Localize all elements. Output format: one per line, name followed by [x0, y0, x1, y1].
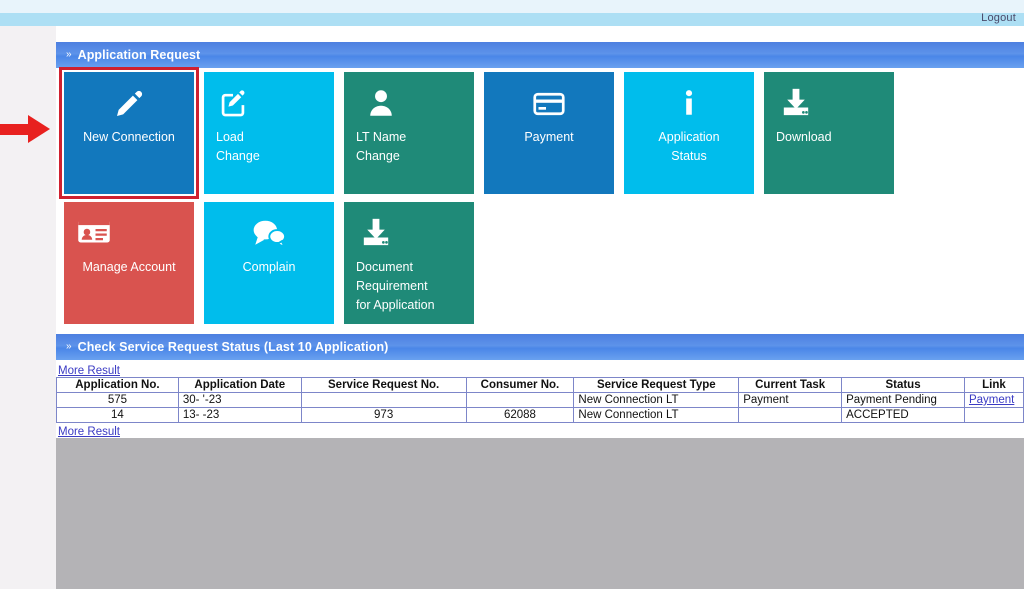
service-request-table: Application No. Application Date Service…: [56, 377, 1024, 423]
edit-square-icon: [204, 86, 334, 126]
download-icon: [344, 216, 474, 256]
table-row: 14 13- -23 973 62088 New Connection LT A…: [56, 407, 1024, 423]
cell-consumer-no: 62088: [465, 407, 575, 423]
arrow-head: [28, 115, 50, 143]
tile-label: Document Requirement for Application: [356, 260, 435, 312]
tile-label: Manage Account: [82, 260, 176, 274]
cell-service-request-type: New Connection LT: [573, 392, 740, 408]
chevron-right-icon: »: [66, 49, 71, 60]
cell-status: ACCEPTED: [841, 407, 965, 423]
cell-consumer-no: [465, 392, 575, 408]
table-row: 575 30- '-23 New Connection LT Payment P…: [56, 392, 1024, 408]
tile-manage-account[interactable]: Manage Account: [64, 202, 194, 324]
more-result-link-bottom[interactable]: More Result: [58, 426, 120, 438]
chat-bubble-icon: [204, 216, 334, 256]
cell-link: [963, 407, 1024, 423]
cell-service-request-no: [300, 392, 467, 408]
tile-row-2: Manage Account Complain Document Require…: [64, 202, 904, 324]
cell-application-no: 14: [56, 407, 179, 423]
more-result-link-top[interactable]: More Result: [58, 365, 120, 377]
chevron-right-icon: »: [66, 341, 71, 352]
col-service-request-no: Service Request No.: [300, 377, 467, 393]
tile-label: New Connection: [83, 130, 175, 144]
col-application-no: Application No.: [56, 377, 179, 393]
col-current-task: Current Task: [738, 377, 843, 393]
top-strip-lower: [0, 13, 1024, 26]
tile-label: Complain: [242, 260, 296, 274]
tile-lt-name-change[interactable]: LT Name Change: [344, 72, 474, 194]
tile-grid: New Connection Load Change LT Name Chang…: [59, 67, 904, 332]
payment-link[interactable]: Payment: [969, 394, 1014, 406]
download-icon: [764, 86, 894, 126]
section-title: Application Request: [77, 48, 201, 62]
section-header-service-status: » Check Service Request Status (Last 10 …: [56, 334, 1024, 360]
section-title: Check Service Request Status (Last 10 Ap…: [77, 340, 389, 354]
tile-label: Download: [776, 130, 832, 144]
tile-complain[interactable]: Complain: [204, 202, 334, 324]
info-icon: [624, 86, 754, 126]
credit-card-icon: [484, 86, 614, 126]
tile-payment[interactable]: Payment: [484, 72, 614, 194]
col-status: Status: [841, 377, 965, 393]
col-service-request-type: Service Request Type: [573, 377, 740, 393]
page-root: Logout » Application Request New Connect…: [0, 0, 1024, 589]
tile-row-1: New Connection Load Change LT Name Chang…: [59, 67, 904, 199]
cell-service-request-type: New Connection LT: [573, 407, 740, 423]
col-link: Link: [963, 377, 1024, 393]
tile-load-change[interactable]: Load Change: [204, 72, 334, 194]
tile-label: Load Change: [216, 130, 260, 163]
tile-label: Application Status: [658, 130, 720, 163]
tile-label: LT Name Change: [356, 130, 407, 163]
cell-link[interactable]: Payment: [963, 392, 1024, 408]
col-application-date: Application Date: [177, 377, 302, 393]
id-card-icon: [64, 216, 194, 256]
logout-link[interactable]: Logout: [981, 12, 1016, 24]
tile-document-requirement[interactable]: Document Requirement for Application: [344, 202, 474, 324]
section-header-application-request: » Application Request: [56, 42, 1024, 68]
tile-application-status[interactable]: Application Status: [624, 72, 754, 194]
tile-new-connection[interactable]: New Connection: [59, 67, 199, 199]
table-header-row: Application No. Application Date Service…: [56, 377, 1024, 393]
pencil-icon: [64, 86, 194, 126]
left-rail: [0, 26, 56, 589]
cell-service-request-no: 973: [300, 407, 467, 423]
top-strip-upper: [0, 0, 1024, 13]
cell-application-no: 575: [56, 392, 179, 408]
col-consumer-no: Consumer No.: [465, 377, 575, 393]
red-right-arrow-icon: [0, 114, 56, 144]
tile-download[interactable]: Download: [764, 72, 894, 194]
tile-label: Payment: [524, 130, 574, 144]
gray-placeholder-panel: [56, 438, 1024, 589]
cell-current-task: Payment: [738, 392, 843, 408]
cell-application-date: 13- -23: [177, 407, 302, 423]
user-icon: [344, 86, 474, 126]
cell-application-date: 30- '-23: [177, 392, 302, 408]
cell-current-task: [738, 407, 843, 423]
cell-status: Payment Pending: [841, 392, 965, 408]
